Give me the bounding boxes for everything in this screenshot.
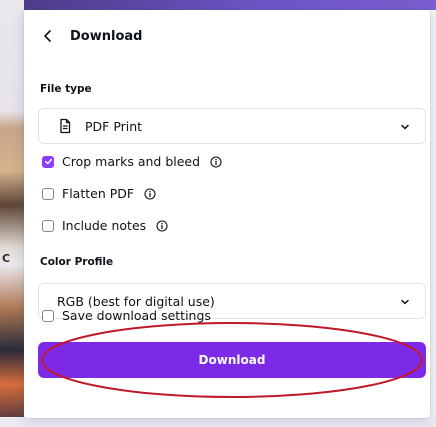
color-profile-value: RGB (best for digital use) bbox=[57, 293, 215, 309]
save-settings-checkbox[interactable] bbox=[42, 309, 54, 322]
download-panel: Download File type PDF Print Crop marks … bbox=[24, 10, 430, 418]
flatten-pdf-checkbox[interactable] bbox=[42, 187, 54, 200]
background-right-strip bbox=[430, 10, 436, 417]
color-profile-label: Color Profile bbox=[40, 256, 114, 268]
crop-marks-checkbox-row[interactable]: Crop marks and bleed bbox=[42, 154, 222, 169]
file-type-value: PDF Print bbox=[85, 118, 143, 134]
info-icon[interactable] bbox=[156, 219, 168, 232]
chevron-down-icon bbox=[401, 299, 409, 305]
chevron-down-icon bbox=[401, 124, 409, 130]
background-letter: C bbox=[2, 252, 11, 265]
background-bottom-strip bbox=[0, 417, 436, 427]
crop-marks-label: Crop marks and bleed bbox=[62, 154, 201, 169]
flatten-pdf-checkbox-row[interactable]: Flatten PDF bbox=[42, 186, 156, 201]
download-button[interactable]: Download bbox=[38, 342, 426, 378]
file-icon bbox=[60, 118, 71, 134]
panel-header: Download bbox=[40, 28, 142, 44]
save-settings-checkbox-row[interactable]: Save download settings bbox=[42, 308, 211, 323]
info-icon[interactable] bbox=[210, 155, 222, 168]
flatten-pdf-label: Flatten PDF bbox=[62, 186, 135, 201]
file-type-label: File type bbox=[40, 83, 92, 95]
background-canvas-strip bbox=[0, 0, 24, 427]
info-icon[interactable] bbox=[144, 187, 156, 200]
save-settings-label: Save download settings bbox=[62, 308, 211, 323]
chevron-left-icon[interactable] bbox=[40, 28, 56, 44]
include-notes-checkbox[interactable] bbox=[42, 219, 54, 232]
checkmark-icon bbox=[44, 158, 52, 165]
download-button-label: Download bbox=[198, 353, 266, 367]
crop-marks-checkbox[interactable] bbox=[42, 155, 54, 168]
include-notes-checkbox-row[interactable]: Include notes bbox=[42, 218, 168, 233]
panel-title: Download bbox=[70, 28, 143, 44]
file-type-select[interactable]: PDF Print bbox=[38, 108, 426, 144]
include-notes-label: Include notes bbox=[62, 218, 147, 233]
top-toolbar-strip bbox=[0, 0, 436, 10]
